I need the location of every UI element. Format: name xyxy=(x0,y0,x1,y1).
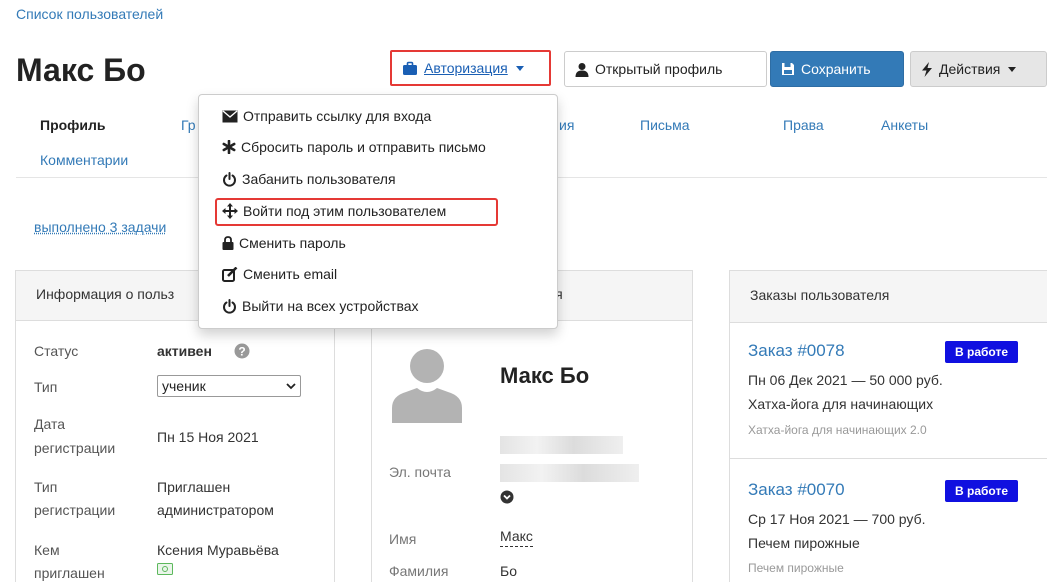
order-product: Хатха-йога для начинающих xyxy=(748,396,934,412)
tab-forms[interactable]: Анкеты xyxy=(881,117,928,133)
order-date-price: Пн 06 Дек 2021 — 50 000 руб. xyxy=(748,372,943,388)
redacted-email-line1 xyxy=(500,436,623,454)
reg-date-label-line2: регистрации xyxy=(34,440,116,456)
status-badge: В работе xyxy=(945,341,1018,363)
email-label: Эл. почта xyxy=(389,464,451,480)
save-label: Сохранить xyxy=(801,61,871,77)
menu-item-login-as-user[interactable]: Войти под этим пользователем xyxy=(222,203,446,219)
money-icon xyxy=(157,563,173,575)
reg-date-label-line1: Дата xyxy=(34,416,66,432)
last-name-label: Фамилия xyxy=(389,563,449,579)
caret-down-icon xyxy=(1008,66,1017,72)
user-type-value: ученик xyxy=(162,378,206,394)
orders-panel-title: Заказы пользователя xyxy=(730,271,1047,323)
status-badge: В работе xyxy=(945,480,1018,502)
menu-item-reset-password[interactable]: Сбросить пароль и отправить письмо xyxy=(222,139,486,155)
menu-item-label: Забанить пользователя xyxy=(242,171,396,187)
menu-item-change-email[interactable]: Сменить email xyxy=(222,266,337,282)
reg-date-value: Пн 15 Ноя 2021 xyxy=(157,429,259,445)
tab-profile[interactable]: Профиль xyxy=(40,117,106,133)
briefcase-icon xyxy=(403,61,417,75)
help-icon[interactable]: ? xyxy=(234,343,250,359)
user-icon xyxy=(575,62,589,77)
svg-text:?: ? xyxy=(238,345,245,359)
menu-item-change-password[interactable]: Сменить пароль xyxy=(222,235,346,251)
caret-down-icon xyxy=(515,65,524,71)
order-date-price: Ср 17 Ноя 2021 — 700 руб. xyxy=(748,511,926,527)
status-label: Статус xyxy=(34,343,79,359)
reg-type-value-line2: администратором xyxy=(157,502,274,518)
breadcrumb-users-list[interactable]: Список пользователей xyxy=(16,6,163,22)
reg-type-value-line1: Приглашен xyxy=(157,479,231,495)
order-offer: Печем пирожные xyxy=(748,561,844,575)
save-button[interactable]: Сохранить xyxy=(770,51,904,87)
tab-rights[interactable]: Права xyxy=(783,117,824,133)
lightning-icon xyxy=(922,61,932,77)
edit-icon xyxy=(222,266,238,282)
actions-button[interactable]: Действия xyxy=(910,51,1047,87)
menu-item-logout-all-devices[interactable]: Выйти на всех устройствах xyxy=(222,298,419,314)
actions-label: Действия xyxy=(939,61,1001,77)
orders-divider xyxy=(730,458,1047,459)
menu-item-label: Войти под этим пользователем xyxy=(243,203,447,219)
invited-by-value[interactable]: Ксения Муравьёва xyxy=(157,540,279,560)
redacted-email-line2 xyxy=(500,464,639,482)
move-arrows-icon xyxy=(222,203,238,219)
user-type-select[interactable]: ученик xyxy=(157,375,301,397)
menu-item-send-login-link[interactable]: Отправить ссылку для входа xyxy=(222,108,431,124)
status-value: активен xyxy=(157,343,212,359)
menu-item-label: Отправить ссылку для входа xyxy=(243,108,432,124)
invited-by-label-line1: Кем xyxy=(34,542,60,558)
tab-sessions[interactable]: ия xyxy=(559,117,574,133)
chevron-circle-down-icon[interactable] xyxy=(500,490,514,504)
menu-item-label: Сменить email xyxy=(243,266,338,282)
menu-item-ban-user[interactable]: Забанить пользователя xyxy=(222,171,396,187)
order-product: Печем пирожные xyxy=(748,535,860,551)
order-offer: Хатха-йога для начинающих 2.0 xyxy=(748,423,927,437)
chevron-down-icon xyxy=(286,382,296,389)
order-link[interactable]: Заказ #0078 xyxy=(748,341,845,361)
completed-tasks-link[interactable]: выполнено 3 задачи xyxy=(34,219,166,235)
first-name-label: Имя xyxy=(389,531,417,547)
floppy-disk-icon xyxy=(782,63,794,75)
type-label: Тип xyxy=(34,379,58,395)
power-icon xyxy=(223,171,236,187)
power-icon xyxy=(223,298,236,314)
last-name-value[interactable]: Бо xyxy=(500,561,517,581)
invited-by-label-line2: приглашен xyxy=(34,565,105,581)
menu-item-label: Выйти на всех устройствах xyxy=(242,298,419,314)
menu-item-label: Сменить пароль xyxy=(239,235,346,251)
reg-type-label-line2: регистрации xyxy=(34,502,116,518)
reg-type-label-line1: Тип xyxy=(34,479,58,495)
tab-comments[interactable]: Комментарии xyxy=(40,152,128,168)
envelope-icon xyxy=(222,109,238,122)
authorization-button[interactable]: Авторизация xyxy=(390,50,551,86)
public-profile-label: Открытый профиль xyxy=(595,61,723,77)
authorization-label: Авторизация xyxy=(424,60,508,76)
tab-groups[interactable]: Гр xyxy=(181,117,196,133)
public-profile-button[interactable]: Открытый профиль xyxy=(564,51,767,87)
avatar-placeholder-icon[interactable] xyxy=(392,340,462,423)
authorization-dropdown-menu: Отправить ссылку для входа Сбросить паро… xyxy=(198,94,558,329)
tab-letters[interactable]: Письма xyxy=(640,117,690,133)
order-link[interactable]: Заказ #0070 xyxy=(748,480,845,500)
lock-icon xyxy=(222,236,234,250)
asterisk-icon xyxy=(222,140,236,154)
page-title: Макс Бо xyxy=(16,52,146,88)
profile-name: Макс Бо xyxy=(500,363,590,388)
first-name-value[interactable]: Макс xyxy=(500,526,533,547)
menu-item-label: Сбросить пароль и отправить письмо xyxy=(241,139,486,155)
